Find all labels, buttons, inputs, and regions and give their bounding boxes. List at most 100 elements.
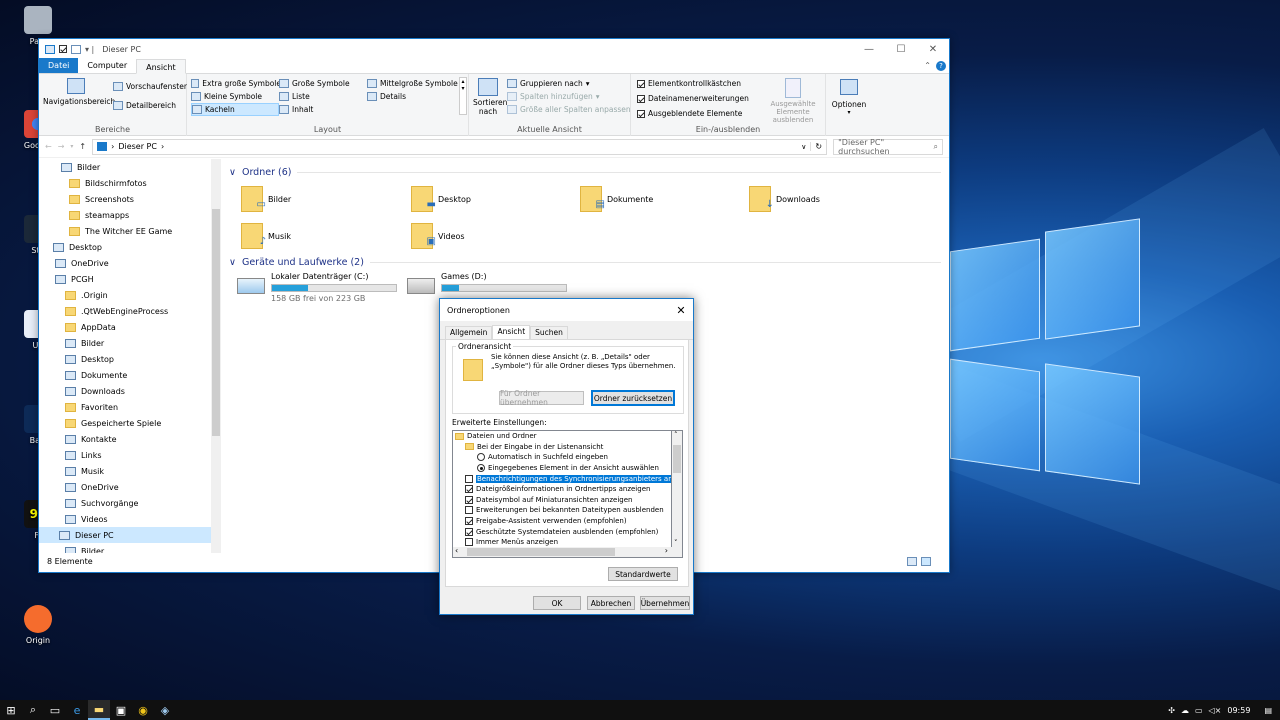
nav-item[interactable]: steamapps	[39, 207, 221, 223]
layout-small-icons[interactable]: Kleine Symbole	[191, 90, 281, 103]
layout-tiles[interactable]: Kacheln	[191, 103, 279, 116]
nav-item[interactable]: AppData	[39, 319, 221, 335]
fit-columns-button[interactable]: Größe aller Spalten anpassen	[507, 103, 631, 116]
checkbox[interactable]	[465, 517, 473, 526]
nav-item[interactable]: Gespeicherte Spiele	[39, 415, 221, 431]
new-folder-quick-icon[interactable]	[71, 44, 81, 54]
tree-item[interactable]: Dateien und Ordner	[453, 431, 671, 442]
maximize-button[interactable]: ☐	[885, 44, 917, 55]
apply-to-folders-button[interactable]: Für Ordner übernehmen	[499, 389, 584, 407]
volume-icon[interactable]: ◁×	[1209, 706, 1222, 715]
tree-item[interactable]: Geschützte Systemdateien ausblenden (emp…	[453, 526, 671, 537]
checkbox[interactable]	[465, 527, 473, 536]
checkbox[interactable]	[465, 474, 473, 483]
checkbox[interactable]	[637, 109, 645, 118]
layout-content[interactable]: Inhalt	[279, 103, 365, 116]
layout-extra-large-icons[interactable]: Extra große Symbole	[191, 77, 281, 90]
tree-item[interactable]: Dateigrößeinformationen in Ordnertipps a…	[453, 484, 671, 495]
tab-ansicht[interactable]: Ansicht	[136, 59, 186, 74]
nav-item[interactable]: Dokumente	[39, 367, 221, 383]
layout-scroll-buttons[interactable]: ▴ ▾	[459, 77, 467, 115]
nav-item[interactable]: OneDrive	[39, 479, 221, 495]
checkbox[interactable]	[465, 506, 473, 515]
nav-item[interactable]: Bilder	[39, 159, 221, 175]
checkbox[interactable]	[637, 94, 645, 103]
store-button[interactable]: ▣	[110, 700, 132, 720]
reset-folders-button[interactable]: Ordner zurücksetzen	[591, 390, 675, 406]
chevron-up-icon[interactable]: ⌃	[924, 61, 931, 70]
action-center-icon[interactable]: ▤	[1264, 706, 1272, 715]
nav-item[interactable]: Desktop	[39, 351, 221, 367]
radio-button[interactable]	[477, 453, 485, 462]
group-by-button[interactable]: Gruppieren nach ▾	[507, 77, 631, 90]
details-view-icon[interactable]	[907, 557, 917, 566]
up-icon[interactable]: ↑	[79, 142, 86, 151]
onedrive-icon[interactable]: ☁	[1181, 706, 1189, 715]
drive-c[interactable]: Lokaler Datenträger (C:) 158 GB frei von …	[237, 272, 397, 303]
folder-dokumente[interactable]: ▤ Dokumente	[580, 186, 653, 212]
nav-item[interactable]: Bildschirmfotos	[39, 175, 221, 191]
folder-downloads[interactable]: ↓ Downloads	[749, 186, 820, 212]
nav-item[interactable]: Musik	[39, 463, 221, 479]
nav-item[interactable]: .Origin	[39, 287, 221, 303]
network-icon[interactable]: ✣	[1168, 706, 1175, 715]
tree-item[interactable]: Automatisch in Suchfeld eingeben	[453, 452, 671, 463]
task-view-button[interactable]: ▭	[44, 700, 66, 720]
start-button[interactable]: ⊞	[0, 700, 22, 720]
folder-bilder[interactable]: ▭ Bilder	[241, 186, 291, 212]
nav-item[interactable]: Desktop	[39, 239, 221, 255]
tab-computer[interactable]: Computer	[78, 58, 136, 73]
nav-item[interactable]: OneDrive	[39, 255, 221, 271]
nav-scrollbar[interactable]	[211, 159, 221, 553]
minimize-button[interactable]: —	[853, 44, 885, 55]
tree-item[interactable]: Dateisymbol auf Miniaturansichten anzeig…	[453, 495, 671, 506]
forward-icon[interactable]: →	[58, 142, 65, 151]
back-icon[interactable]: ←	[45, 142, 52, 151]
nav-item[interactable]: Videos	[39, 511, 221, 527]
nav-item[interactable]: Links	[39, 447, 221, 463]
layout-list[interactable]: Liste	[279, 90, 365, 103]
nav-item[interactable]: Screenshots	[39, 191, 221, 207]
folders-section-header[interactable]: ∨ Ordner (6)	[225, 164, 949, 180]
nav-item[interactable]: Downloads	[39, 383, 221, 399]
nav-item[interactable]: PCGH	[39, 271, 221, 287]
tree-horizontal-scrollbar[interactable]: ‹ ›	[452, 546, 683, 558]
options-button[interactable]: Optionen ▾	[826, 74, 872, 136]
close-button[interactable]: ✕	[917, 44, 949, 55]
nav-item[interactable]: Suchvorgänge	[39, 495, 221, 511]
drive-d[interactable]: Games (D:)	[407, 272, 567, 294]
cancel-button[interactable]: Abbrechen	[587, 596, 635, 610]
tab-ansicht[interactable]: Ansicht	[492, 325, 531, 339]
folder-musik[interactable]: ♪ Musik	[241, 223, 291, 249]
tree-item[interactable]: Immer Menüs anzeigen	[453, 537, 671, 548]
nav-item[interactable]: Bilder	[39, 335, 221, 351]
refresh-icon[interactable]: ↻	[810, 142, 826, 151]
checkbox[interactable]	[465, 495, 473, 504]
dialog-close-button[interactable]: ✕	[669, 304, 693, 317]
nav-item[interactable]: Favoriten	[39, 399, 221, 415]
battery-icon[interactable]: ▭	[1195, 706, 1203, 715]
sort-button[interactable]: Sortieren nach	[473, 78, 507, 116]
tiles-view-icon[interactable]	[921, 557, 931, 566]
tree-item[interactable]: Benachrichtigungen des Synchronisierungs…	[453, 473, 671, 484]
folder-videos[interactable]: ▣ Videos	[411, 223, 465, 249]
item-checkboxes-toggle[interactable]: Elementkontrollkästchen	[637, 77, 749, 90]
tree-item[interactable]: Freigabe-Assistent verwenden (empfohlen)	[453, 516, 671, 527]
clock[interactable]: 09:59	[1227, 706, 1250, 715]
hidden-items-toggle[interactable]: Ausgeblendete Elemente	[637, 107, 749, 120]
navigation-pane-button[interactable]: Navigationsbereich	[43, 78, 115, 106]
tree-item[interactable]: Erweiterungen bei bekannten Dateitypen a…	[453, 505, 671, 516]
quick-access-dropdown-icon[interactable]: ▾ |	[85, 45, 94, 54]
nav-item[interactable]: Dieser PC	[39, 527, 221, 543]
tree-item[interactable]: Eingegebenes Element in der Ansicht ausw…	[453, 463, 671, 474]
ok-button[interactable]: OK	[533, 596, 581, 610]
preview-pane-button[interactable]: Vorschaufenster	[113, 80, 187, 93]
hide-selected-button[interactable]: Ausgewählte Elemente ausblenden	[761, 78, 825, 124]
edge-button[interactable]: e	[66, 700, 88, 720]
tab-suchen[interactable]: Suchen	[530, 326, 568, 339]
details-pane-button[interactable]: Detailbereich	[113, 99, 187, 112]
breadcrumb[interactable]: Dieser PC	[118, 142, 157, 151]
explorer-taskbar-button[interactable]: ▬	[88, 700, 110, 720]
address-box[interactable]: › Dieser PC › ∨ ↻	[92, 138, 828, 155]
add-columns-button[interactable]: Spalten hinzufügen ▾	[507, 90, 631, 103]
